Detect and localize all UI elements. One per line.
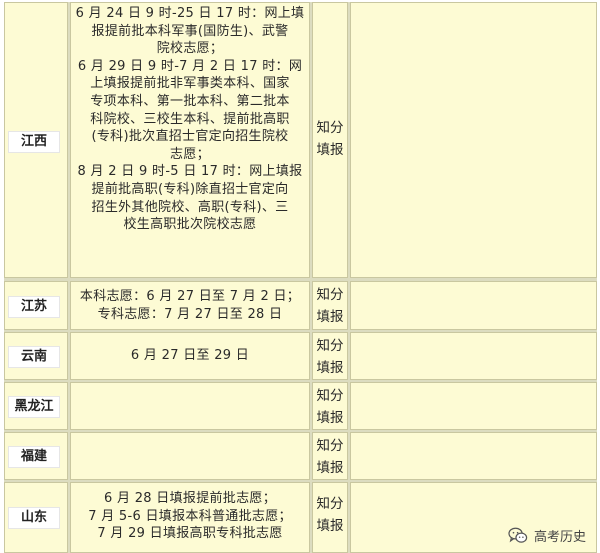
method-line: 知分 <box>316 388 344 404</box>
fill-method-text: 知分 填报 <box>313 3 347 161</box>
time-line: 报提前批本科军事(国防生)、武警 <box>91 23 289 39</box>
table-row-jiangxi-method-cell: 知分 填报 <box>312 2 348 278</box>
fill-method-text: 知分 填报 <box>313 433 347 479</box>
method-line: 知分 <box>316 120 344 136</box>
fill-time-text: 本科志愿：6 月 27 日至 7 月 2 日； 专科志愿：7 月 27 日至 2… <box>71 282 309 325</box>
method-line: 填报 <box>316 142 344 158</box>
method-line: 知分 <box>316 338 344 354</box>
province-label: 福建 <box>8 446 60 468</box>
table-row-fujian-notes-cell <box>350 432 597 480</box>
time-line: 上填报提前批非军事类本科、国家 <box>90 76 290 92</box>
table-row-heilongjiang-method-cell: 知分 填报 <box>312 382 348 430</box>
time-line: 志愿； <box>170 146 210 162</box>
admission-schedule-table: 江西 6 月 24 日 9 时-25 日 17 时：网上填 报提前批本科军事(国… <box>4 2 597 553</box>
time-line: 提前批高职(专科)除直招士官定向 <box>91 181 289 197</box>
table-row-heilongjiang-notes-cell <box>350 382 597 430</box>
time-line: 专项本科、第一批本科、第二批本 <box>90 93 290 109</box>
method-line: 填报 <box>316 460 344 476</box>
watermark-text: 高考历史 <box>533 530 586 545</box>
table-row-jiangsu-method-cell: 知分 填报 <box>312 281 348 330</box>
table-row-jiangxi-time-cell: 6 月 24 日 9 时-25 日 17 时：网上填 报提前批本科军事(国防生)… <box>70 2 310 278</box>
table-row-shandong-method-cell: 知分 填报 <box>312 482 348 553</box>
province-label: 云南 <box>8 346 60 368</box>
method-line: 知分 <box>316 438 344 454</box>
method-line: 知分 <box>316 287 344 303</box>
method-line: 知分 <box>316 496 344 512</box>
time-line: 专科志愿：7 月 27 日至 28 日 <box>97 306 283 322</box>
time-line: 7 月 29 日填报高职专科批志愿 <box>97 526 283 542</box>
time-line: 8 月 2 日 9 时-5 日 17 时：网上填报 <box>77 164 303 180</box>
table-row-yunnan-time-cell: 6 月 27 日至 29 日 <box>70 332 310 380</box>
time-line: 6 月 29 日 9 时-7 月 2 日 17 时：网 <box>77 58 303 74</box>
province-label: 江苏 <box>8 296 60 318</box>
fill-method-text: 知分 填报 <box>313 282 347 328</box>
time-line: 7 月 5-6 日填报本科普通批志愿； <box>88 508 292 524</box>
time-line: (专科)批次直招士官定向招生院校 <box>91 129 289 145</box>
table-row-fujian-time-cell <box>70 432 310 480</box>
province-label: 江西 <box>8 131 60 153</box>
table-row-yunnan-notes-cell <box>350 332 597 380</box>
table-row-jiangsu-time-cell: 本科志愿：6 月 27 日至 7 月 2 日； 专科志愿：7 月 27 日至 2… <box>70 281 310 330</box>
province-label: 山东 <box>8 507 60 529</box>
province-label: 黑龙江 <box>8 396 60 418</box>
fill-method-text: 知分 填报 <box>313 333 347 379</box>
fill-time-text: 6 月 27 日至 29 日 <box>71 333 309 367</box>
fill-time-text: 6 月 24 日 9 时-25 日 17 时：网上填 报提前批本科军事(国防生)… <box>71 3 309 236</box>
time-line: 校生高职批次院校志愿 <box>123 217 257 233</box>
wechat-icon <box>508 527 528 543</box>
time-line: 6 月 24 日 9 时-25 日 17 时：网上填 <box>75 6 305 21</box>
method-line: 填报 <box>316 360 344 376</box>
time-line: 6 月 28 日填报提前批志愿； <box>103 491 276 506</box>
method-line: 填报 <box>316 309 344 325</box>
fill-time-text: 6 月 28 日填报提前批志愿； 7 月 5-6 日填报本科普通批志愿； 7 月… <box>71 483 309 545</box>
time-line: 科院校、三校生本科、提前批高职 <box>90 111 290 127</box>
table-row-jiangxi-notes-cell <box>350 2 597 278</box>
time-line: 院校志愿； <box>156 41 224 57</box>
table-row-fujian-method-cell: 知分 填报 <box>312 432 348 480</box>
time-line: 本科志愿：6 月 27 日至 7 月 2 日； <box>79 289 301 304</box>
table-row-yunnan-method-cell: 知分 填报 <box>312 332 348 380</box>
watermark: 高考历史 <box>508 526 586 545</box>
table-row-shandong-time-cell: 6 月 28 日填报提前批志愿； 7 月 5-6 日填报本科普通批志愿； 7 月… <box>70 482 310 553</box>
table-row-jiangsu-notes-cell <box>350 281 597 330</box>
time-line: 6 月 27 日至 29 日 <box>130 348 250 363</box>
fill-method-text: 知分 填报 <box>313 483 347 537</box>
method-line: 填报 <box>316 410 344 426</box>
time-line: 招生外其他院校、高职(专科)、三 <box>91 199 289 215</box>
table-row-heilongjiang-time-cell <box>70 382 310 430</box>
method-line: 填报 <box>316 518 344 534</box>
fill-method-text: 知分 填报 <box>313 383 347 429</box>
